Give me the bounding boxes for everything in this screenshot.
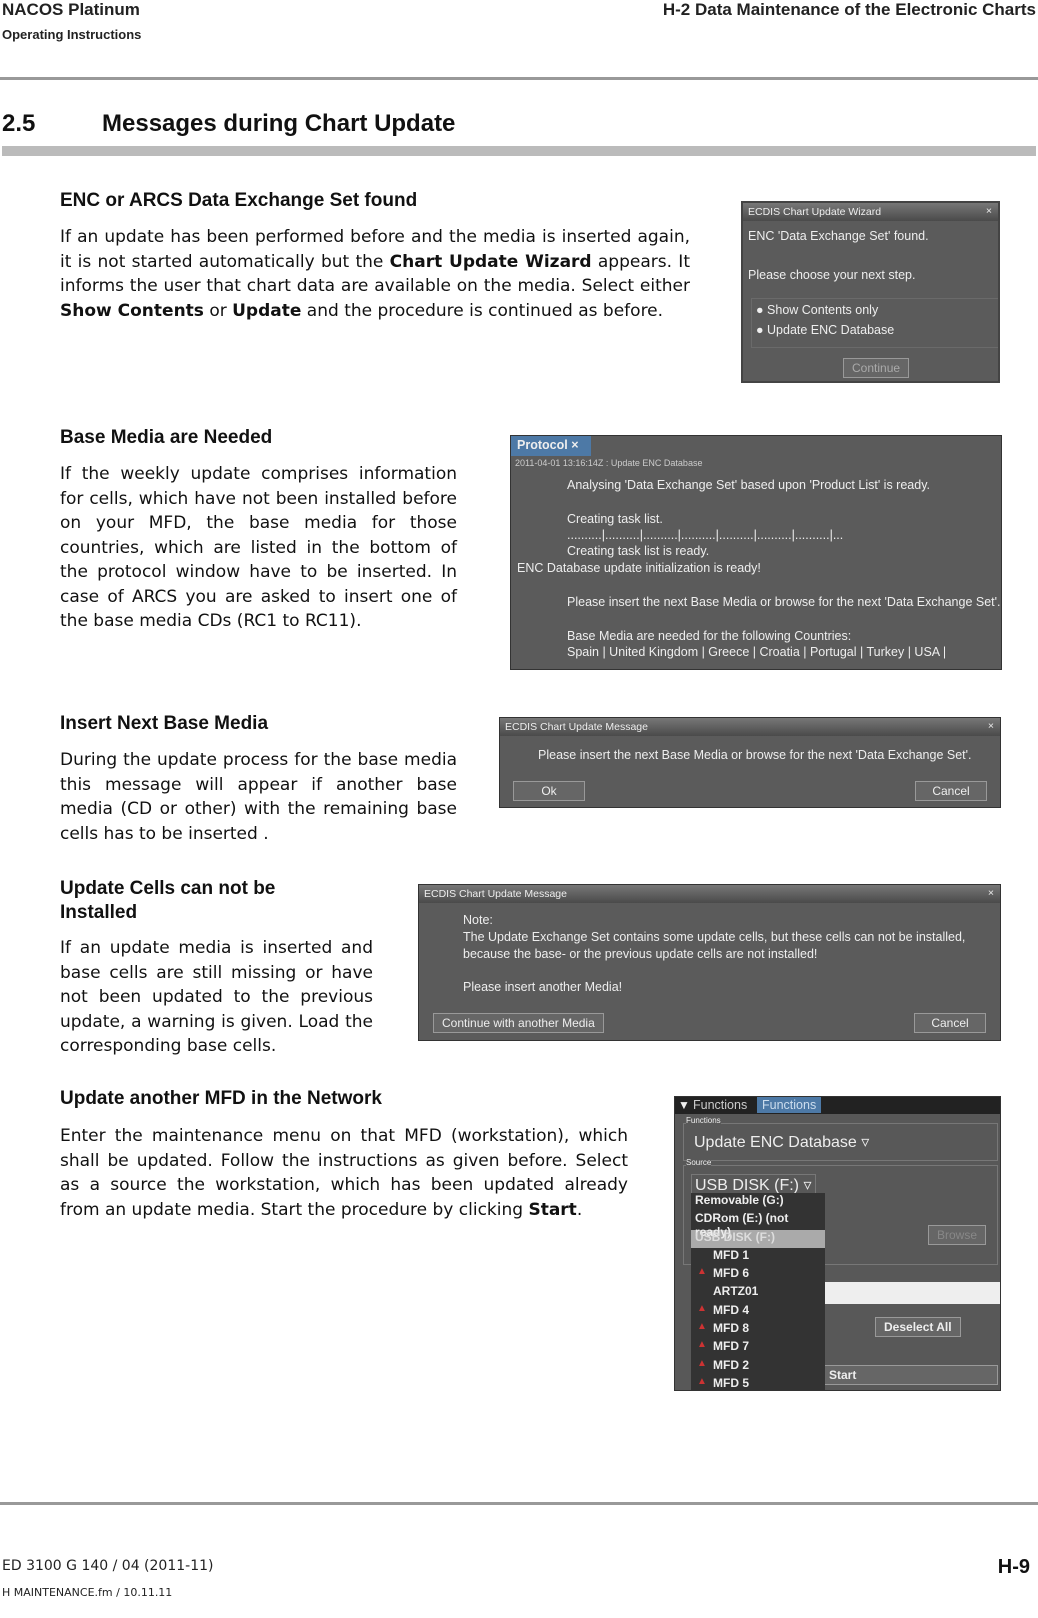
- block-title: Insert Next Base Media: [60, 713, 269, 734]
- page-number: H-9: [997, 1556, 1030, 1578]
- close-icon[interactable]: ×: [986, 205, 992, 217]
- protocol-window: Protocol × 2011-04-01 13:16:14Z : Update…: [510, 435, 1002, 670]
- close-icon[interactable]: ×: [988, 720, 994, 732]
- footer-rule: [0, 1502, 1038, 1505]
- dialog-line: because the base- or the previous update…: [463, 947, 818, 961]
- source-option[interactable]: ARTZ01: [691, 1284, 825, 1302]
- function-select[interactable]: Update ENC Database ▿: [694, 1132, 869, 1152]
- section-number: 2.5: [2, 110, 36, 137]
- radio-show-contents[interactable]: ● Show Contents only: [756, 303, 878, 317]
- protocol-line: Creating task list.: [567, 512, 663, 526]
- protocol-line: Spain | United Kingdom | Greece | Croati…: [567, 645, 947, 659]
- block-text: During the update process for the base m…: [60, 750, 457, 844]
- tab-functions-active[interactable]: Functions: [757, 1097, 822, 1113]
- dialog-title: ECDIS Chart Update Message: [424, 888, 567, 900]
- warning-icon: ▲: [697, 1357, 707, 1369]
- collapse-icon[interactable]: ▼: [678, 1098, 690, 1112]
- close-icon[interactable]: ×: [571, 438, 578, 452]
- warning-icon: ▲: [697, 1302, 707, 1314]
- product-name: NACOS Platinum: [2, 0, 140, 19]
- source-option[interactable]: MFD 1: [691, 1248, 825, 1266]
- dialog-line: The Update Exchange Set contains some up…: [463, 930, 966, 944]
- options-group: ● Show Contents only ● Update ENC Databa…: [751, 298, 998, 348]
- header-rule: [0, 77, 1038, 80]
- deselect-all-button[interactable]: Deselect All: [875, 1317, 961, 1337]
- radio-update-database[interactable]: ● Update ENC Database: [756, 323, 894, 337]
- dialog-titlebar: ECDIS Chart Update Wizard ×: [743, 203, 998, 221]
- section-bar: [2, 146, 1036, 156]
- protocol-line: ENC Database update initialization is re…: [517, 561, 761, 575]
- source-option[interactable]: Removable (G:): [691, 1193, 825, 1211]
- block-text: If an update media is inserted and base …: [60, 938, 373, 1056]
- continue-another-media-button[interactable]: Continue with another Media: [433, 1013, 604, 1033]
- source-option[interactable]: USB DISK (F:): [691, 1229, 825, 1248]
- wizard-message: ENC 'Data Exchange Set' found.: [748, 229, 929, 243]
- source-option[interactable]: ▲ MFD 8: [691, 1321, 825, 1339]
- block-text: If an update has been performed before a…: [60, 227, 690, 321]
- section-heading: 2.5 Messages during Chart Update: [2, 110, 455, 138]
- protocol-line: Please insert the next Base Media or bro…: [567, 595, 1001, 609]
- source-option[interactable]: CDRom (E:) (not ready): [691, 1211, 825, 1239]
- section-title: Messages during Chart Update: [102, 110, 456, 137]
- warning-icon: ▲: [697, 1266, 707, 1278]
- cells-not-installed-dialog: ECDIS Chart Update Message × Note: The Up…: [418, 884, 1001, 1041]
- dialog-line: Note:: [463, 913, 493, 927]
- source-option[interactable]: ▲ MFD 2: [691, 1358, 825, 1376]
- functions-group: Functions Update ENC Database ▿: [683, 1116, 998, 1161]
- source-option[interactable]: ▲ MFD 5: [691, 1375, 825, 1390]
- source-dropdown-list: Removable (G:)CDRom (E:) (not ready)USB …: [691, 1193, 825, 1390]
- file-name: H MAINTENANCE.fm / 10.11.11: [2, 1586, 173, 1599]
- wizard-dialog: ECDIS Chart Update Wizard × ENC 'Data Exc…: [741, 201, 1000, 383]
- block-text: If the weekly update comprises informati…: [60, 464, 457, 631]
- tab-functions[interactable]: Functions: [693, 1098, 747, 1112]
- tab-protocol[interactable]: Protocol ×: [511, 436, 591, 456]
- source-option[interactable]: ▲ MFD 7: [691, 1339, 825, 1357]
- dialog-message: Please insert the next Base Media or bro…: [538, 748, 972, 762]
- start-button[interactable]: Start: [820, 1365, 998, 1385]
- source-option[interactable]: ▲ MFD 4: [691, 1303, 825, 1321]
- protocol-group-label: 2011-04-01 13:16:14Z : Update ENC Databa…: [515, 458, 703, 468]
- doc-type: Operating Instructions: [2, 27, 142, 42]
- cancel-button[interactable]: Cancel: [914, 1013, 986, 1033]
- block-title: Base Media are Needed: [60, 427, 273, 448]
- insert-media-dialog: ECDIS Chart Update Message × Please inser…: [499, 717, 1001, 808]
- ok-button[interactable]: Ok: [513, 781, 585, 801]
- warning-icon: ▲: [697, 1339, 707, 1351]
- wizard-prompt: Please choose your next step.: [748, 268, 916, 282]
- close-icon[interactable]: ×: [988, 887, 994, 899]
- block-title: Update Cells can not be Installed: [60, 878, 276, 923]
- continue-button[interactable]: Continue: [843, 358, 910, 378]
- warning-icon: ▲: [697, 1375, 707, 1387]
- functions-panel: ▼ Functions Functions Functions Update E…: [674, 1096, 1001, 1391]
- cancel-button[interactable]: Cancel: [915, 781, 987, 801]
- protocol-line: Analysing 'Data Exchange Set' based upon…: [567, 478, 931, 492]
- browse-button[interactable]: Browse: [928, 1225, 987, 1245]
- dialog-line: Please insert another Media!: [463, 980, 623, 994]
- protocol-line: Creating task list is ready.: [567, 544, 710, 558]
- source-option[interactable]: ▲ MFD 6: [691, 1266, 825, 1284]
- doc-id: ED 3100 G 140 / 04 (2011-11): [2, 1558, 214, 1574]
- block-title: Update another MFD in the Network: [60, 1088, 382, 1109]
- block-text: Enter the maintenance menu on that MFD (…: [60, 1126, 628, 1220]
- dialog-title: ECDIS Chart Update Message: [505, 721, 648, 733]
- chapter-title: H-2 Data Maintenance of the Electronic C…: [662, 0, 1036, 19]
- block-title: ENC or ARCS Data Exchange Set found: [60, 190, 418, 211]
- warning-icon: ▲: [697, 1321, 707, 1333]
- protocol-line: Base Media are needed for the following …: [567, 629, 852, 643]
- protocol-line: ..........|..........|..........|.......…: [567, 528, 844, 542]
